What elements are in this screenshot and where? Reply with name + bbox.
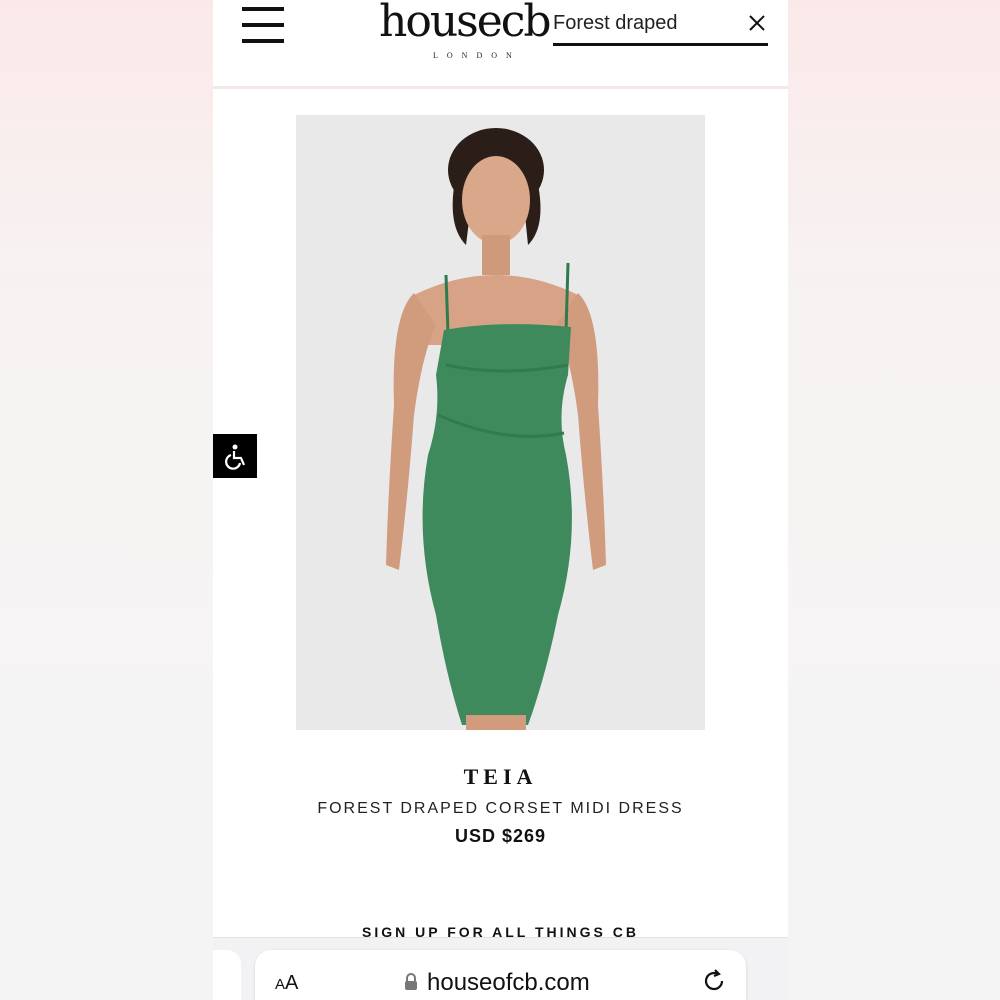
search-input[interactable] [553,9,733,37]
product-brand[interactable]: TEIA [213,764,788,790]
search-field[interactable] [553,5,768,46]
product-price: USD $269 [454,826,547,846]
reader-settings-button[interactable]: AA [275,972,298,995]
previous-tab-peek[interactable] [213,950,241,1000]
model-photo [296,115,705,730]
reload-icon[interactable] [701,968,727,994]
site-header: housecb LONDON [213,0,788,89]
hamburger-menu-icon[interactable] [242,7,284,43]
product-name[interactable]: FOREST DRAPED CORSET MIDI DRESS [213,800,788,818]
address-bar[interactable]: AA houseofcb.com [255,950,746,1000]
wheelchair-icon [225,444,246,470]
aa-small-glyph: A [275,976,286,993]
browser-toolbar: AA houseofcb.com [213,937,788,1000]
aa-large-glyph: A [285,972,299,994]
url-text[interactable]: houseofcb.com [427,969,590,997]
close-icon[interactable] [747,13,767,33]
logo-subtitle: LONDON [433,51,521,60]
site-logo[interactable]: housecb [379,0,552,47]
product-image[interactable] [296,115,705,730]
mobile-browser-viewport: housecb LONDON Forest draped TEIA FOREST… [213,0,788,1000]
lock-icon [405,973,417,990]
accessibility-button[interactable] [213,434,257,478]
